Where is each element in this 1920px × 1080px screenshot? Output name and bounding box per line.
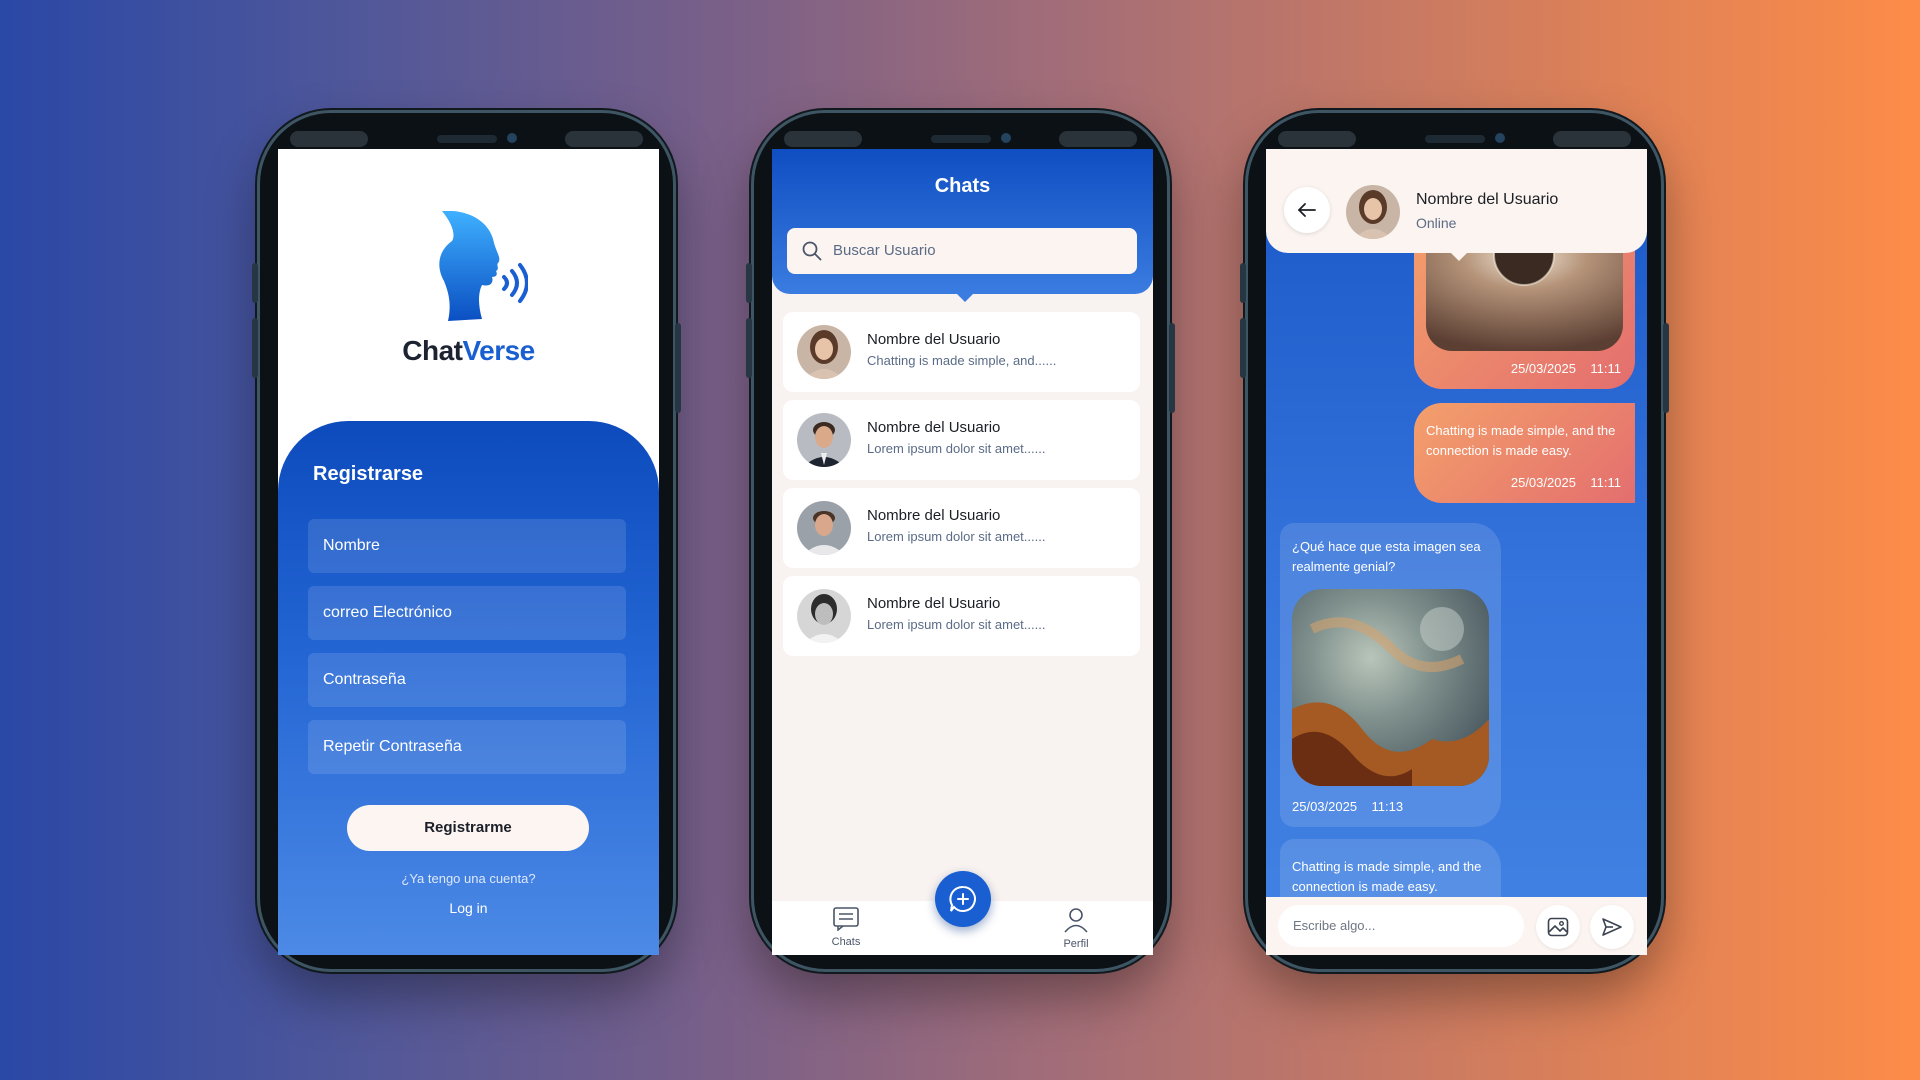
page-title: Chats (934, 175, 991, 197)
repeat-password-field[interactable]: Repetir Contraseña (308, 720, 626, 774)
phone-bezel-detail (1278, 131, 1356, 147)
chats-phone: Chats Buscar Usuario Nombre del Usuario … (746, 110, 1175, 972)
conversation-header: Nombre del Usuario Online (1266, 149, 1647, 261)
account-question: ¿Ya tengo una cuenta? (401, 871, 536, 886)
phone-side-button (746, 318, 752, 378)
chat-bubble-icon (833, 907, 859, 934)
chat-preview: Lorem ipsum dolor sit amet...... (867, 529, 1046, 544)
register-button[interactable]: Registrarme (347, 805, 589, 851)
message-text: Chatting is made simple, and the connect… (1426, 423, 1616, 458)
avatar (797, 501, 851, 555)
contact-name: Nombre del Usuario (1416, 191, 1559, 208)
message-timestamp: 25/03/2025 11:11 (1510, 361, 1621, 376)
chat-list-item[interactable]: Nombre del Usuario Lorem ipsum dolor sit… (783, 576, 1140, 656)
message-image[interactable] (1292, 589, 1489, 786)
chat-contact-name: Nombre del Usuario (867, 507, 1001, 524)
avatar (797, 413, 851, 467)
back-button[interactable] (1284, 187, 1330, 233)
avatar (797, 589, 851, 643)
phone-speaker (1424, 135, 1485, 143)
chat-list-item[interactable]: Nombre del Usuario Lorem ipsum dolor sit… (783, 488, 1140, 568)
wordmark-chat: Chat (402, 335, 463, 366)
phone-side-button (1169, 323, 1175, 413)
phone-side-button (746, 263, 752, 303)
message-outgoing-text: Chatting is made simple, and the connect… (1414, 403, 1635, 503)
search-icon (802, 241, 822, 266)
register-screen: ChatVerse Registrarse Nombre correo Elec… (278, 149, 659, 955)
new-chat-button[interactable] (935, 871, 991, 927)
phone-camera (1494, 133, 1505, 143)
register-panel: Registrarse Nombre correo Electrónico Co… (278, 421, 659, 955)
logo-area: ChatVerse (278, 149, 659, 419)
phone-side-button (1240, 263, 1246, 303)
avatar (797, 325, 851, 379)
header-pointer (1450, 252, 1468, 261)
phone-bezel-detail (565, 131, 643, 147)
conversation-screen: 25/03/2025 11:11 Chatting is made simple… (1266, 149, 1647, 955)
chat-preview: Lorem ipsum dolor sit amet...... (867, 617, 1046, 632)
nav-chats-label: Chats (831, 936, 861, 948)
nav-profile-label: Perfil (1063, 938, 1089, 950)
phone-speaker (436, 135, 497, 143)
phone-side-button (675, 323, 681, 413)
contact-avatar (1346, 185, 1400, 239)
chat-contact-name: Nombre del Usuario (867, 419, 1001, 436)
chats-header: Chats Buscar Usuario (772, 149, 1153, 302)
send-button[interactable] (1590, 905, 1634, 949)
phone-bezel-detail (784, 131, 862, 147)
email-field[interactable]: correo Electrónico (308, 586, 626, 640)
user-icon (1064, 908, 1088, 936)
phone-speaker (930, 135, 991, 143)
name-field[interactable]: Nombre (308, 519, 626, 573)
message-text: ¿Qué hace que esta imagen sea realmente … (1292, 539, 1481, 574)
chatverse-logo-icon (438, 210, 529, 336)
chats-screen: Chats Buscar Usuario Nombre del Usuario … (772, 149, 1153, 955)
register-phone: ChatVerse Registrarse Nombre correo Elec… (252, 110, 681, 972)
chat-list-item[interactable]: Nombre del Usuario Lorem ipsum dolor sit… (783, 400, 1140, 480)
attach-image-button[interactable] (1536, 905, 1580, 949)
phone-bezel-detail (290, 131, 368, 147)
phone-camera (506, 133, 517, 143)
chat-contact-name: Nombre del Usuario (867, 331, 1001, 348)
phone-side-button (252, 318, 258, 378)
password-field[interactable]: Contraseña (308, 653, 626, 707)
chat-contact-name: Nombre del Usuario (867, 595, 1001, 612)
message-incoming-image: ¿Qué hace que esta imagen sea realmente … (1280, 523, 1501, 827)
phone-side-button (1240, 318, 1246, 378)
phone-camera (1000, 133, 1011, 143)
chat-list-item[interactable]: Nombre del Usuario Chatting is made simp… (783, 312, 1140, 392)
header-pointer (956, 293, 974, 302)
message-composer: Escribe algo... (1266, 897, 1647, 955)
search-placeholder: Buscar Usuario (833, 242, 936, 259)
phone-side-button (252, 263, 258, 303)
register-title: Registrarse (313, 463, 424, 485)
login-link[interactable]: Log in (278, 900, 659, 916)
contact-status: Online (1416, 215, 1457, 231)
chat-preview: Chatting is made simple, and...... (867, 353, 1057, 368)
phone-bezel-detail (1059, 131, 1137, 147)
phone-bezel-detail (1553, 131, 1631, 147)
message-text: Chatting is made simple, and the connect… (1292, 859, 1482, 894)
search-input[interactable]: Buscar Usuario (787, 228, 1137, 274)
message-timestamp: 25/03/2025 11:11 (1510, 475, 1621, 490)
wordmark-verse: Verse (462, 335, 535, 366)
chatverse-wordmark: ChatVerse (278, 335, 659, 367)
phone-side-button (1663, 323, 1669, 413)
chat-preview: Lorem ipsum dolor sit amet...... (867, 441, 1046, 456)
message-timestamp: 25/03/2025 11:13 (1292, 799, 1404, 814)
conversation-phone: 25/03/2025 11:11 Chatting is made simple… (1240, 110, 1669, 972)
nav-profile[interactable]: Perfil (1046, 907, 1106, 950)
message-input[interactable]: Escribe algo... (1278, 905, 1524, 947)
nav-chats[interactable]: Chats (816, 907, 876, 948)
